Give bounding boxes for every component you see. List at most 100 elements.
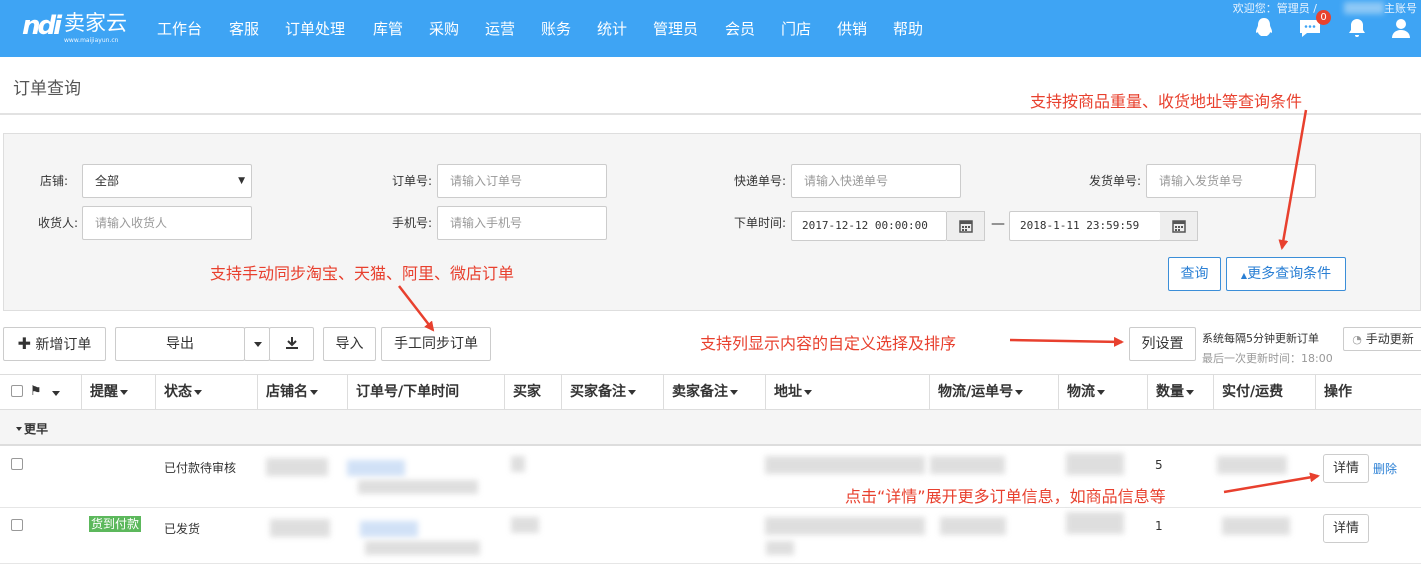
date-range-separator: —: [991, 216, 1005, 232]
column-reminder[interactable]: 提醒: [82, 375, 156, 409]
cash-on-delivery-badge: 货到付款: [89, 516, 142, 532]
nav-item-accounts[interactable]: 账务: [541, 18, 571, 40]
row-checkbox[interactable]: [11, 458, 23, 470]
nav-item-purchase[interactable]: 采购: [429, 18, 459, 40]
notification-bell-icon[interactable]: [1345, 16, 1369, 40]
calendar-icon-start[interactable]: [947, 211, 985, 241]
download-button[interactable]: [269, 327, 314, 361]
new-order-button[interactable]: ✚ 新增订单: [3, 327, 106, 361]
shop-name-redacted: [270, 519, 330, 537]
column-actions: 操作: [1324, 384, 1352, 400]
ship-no-input[interactable]: 请输入发货单号: [1146, 164, 1316, 198]
manual-update-label: 手动更新: [1365, 332, 1414, 346]
flag-caret-icon[interactable]: [52, 391, 60, 396]
nav-item-statistics[interactable]: 统计: [597, 18, 627, 40]
row-status: 已发货: [164, 522, 201, 536]
message-badge: 0: [1316, 10, 1331, 25]
paid-redacted: [1222, 517, 1290, 535]
logistics-redacted: [1066, 453, 1124, 475]
column-shop-name[interactable]: 店铺名: [258, 375, 348, 409]
row-quantity: 1: [1155, 519, 1163, 533]
calendar-icon-end[interactable]: [1160, 211, 1198, 241]
download-icon: [285, 337, 298, 349]
order-no-input[interactable]: 请输入订单号: [437, 164, 607, 198]
nav-item-admin[interactable]: 管理员: [653, 18, 698, 40]
plus-icon: ✚: [17, 334, 31, 353]
nav-item-operations[interactable]: 运营: [485, 18, 515, 40]
receiver-label: 收货人:: [38, 216, 79, 230]
nav-item-customer-service[interactable]: 客服: [229, 18, 259, 40]
more-filters-button[interactable]: ▲更多查询条件: [1226, 257, 1346, 291]
nav-item-inventory[interactable]: 库管: [373, 18, 403, 40]
row-checkbox[interactable]: [11, 519, 23, 531]
column-logistics-waybill[interactable]: 物流/运单号: [930, 375, 1059, 409]
buyer-redacted: [511, 456, 525, 472]
nav-item-order-processing[interactable]: 订单处理: [285, 18, 345, 40]
shop-select-value: 全部: [95, 174, 120, 188]
column-order-no-time[interactable]: 订单号/下单时间: [348, 375, 505, 409]
user-avatar-icon[interactable]: [1389, 16, 1413, 40]
group-row-earlier[interactable]: 更早: [0, 410, 1421, 446]
delete-link[interactable]: 删除: [1373, 460, 1397, 477]
buyer-redacted: [511, 517, 539, 533]
query-button[interactable]: 查询: [1168, 257, 1221, 291]
import-button[interactable]: 导入: [323, 327, 376, 361]
group-label: 更早: [24, 422, 49, 436]
phone-input[interactable]: 请输入手机号: [437, 206, 607, 240]
table-row[interactable]: 已付款待审核 5 详情 删除: [0, 448, 1421, 508]
nav-item-distribution[interactable]: 供销: [837, 18, 867, 40]
column-buyer[interactable]: 买家: [505, 375, 562, 409]
column-settings-button[interactable]: 列设置: [1129, 327, 1196, 361]
select-all-checkbox[interactable]: [11, 385, 23, 397]
annotation-sync: 支持手动同步淘宝、天猫、阿里、微店订单: [210, 264, 515, 283]
order-no-label: 订单号:: [392, 174, 433, 188]
export-dropdown-toggle[interactable]: [244, 327, 270, 361]
nav-item-workbench[interactable]: 工作台: [157, 18, 202, 40]
column-paid-freight[interactable]: 实付/运费: [1214, 375, 1316, 409]
order-no-redacted: [360, 521, 418, 537]
column-status[interactable]: 状态: [156, 375, 258, 409]
qq-icon[interactable]: [1252, 16, 1276, 40]
order-time-end-input[interactable]: 2018-1-11 23:59:59: [1009, 211, 1161, 241]
flag-icon[interactable]: ⚑: [30, 375, 42, 409]
nav-item-help[interactable]: 帮助: [893, 18, 923, 40]
refresh-icon: ◔: [1352, 333, 1362, 346]
ship-no-label: 发货单号:: [1089, 174, 1142, 188]
paid-redacted: [1217, 456, 1287, 474]
express-no-input[interactable]: 请输入快递单号: [791, 164, 961, 198]
account-name-blur: [1344, 2, 1384, 14]
column-address[interactable]: 地址: [766, 375, 930, 409]
column-buyer-note[interactable]: 买家备注: [562, 375, 664, 409]
receiver-input[interactable]: 请输入收货人: [82, 206, 252, 240]
logo-url: www.maijiayun.cn: [64, 37, 119, 44]
caret-down-icon: [254, 341, 262, 347]
nav-item-members[interactable]: 会员: [725, 18, 755, 40]
select-all-cell: ⚑: [0, 375, 82, 409]
column-seller-note[interactable]: 卖家备注: [664, 375, 766, 409]
detail-button[interactable]: 详情: [1323, 454, 1369, 483]
column-quantity[interactable]: 数量: [1148, 375, 1214, 409]
manual-update-button[interactable]: ◔ 手动更新: [1343, 327, 1421, 351]
shop-select[interactable]: 全部 ▼: [82, 164, 252, 198]
waybill-redacted: [940, 517, 1006, 535]
row-status: 已付款待审核: [164, 461, 237, 475]
column-logistics[interactable]: 物流: [1059, 375, 1148, 409]
export-button[interactable]: 导出: [115, 327, 245, 361]
order-no-redacted: [347, 460, 405, 476]
annotation-details: 点击“详情”展开更多订单信息，如商品信息等: [845, 487, 1166, 506]
group-collapse-icon: [16, 427, 22, 431]
annotation-columns: 支持列显示内容的自定义选择及排序: [700, 334, 957, 353]
dropdown-arrow-icon: ▼: [238, 176, 245, 186]
detail-button[interactable]: 详情: [1323, 514, 1369, 543]
order-time-start-input[interactable]: 2017-12-12 00:00:00: [791, 211, 947, 241]
auto-update-note: 系统每隔5分钟更新订单: [1202, 332, 1319, 345]
logistics-redacted: [1066, 512, 1124, 534]
phone-label: 手机号:: [392, 216, 433, 230]
account-type: 主账号: [1384, 2, 1417, 15]
more-filters-label: 更多查询条件: [1247, 266, 1332, 282]
table-row[interactable]: 货到付款 已发货 1 详情: [0, 509, 1421, 564]
manual-sync-button[interactable]: 手工同步订单: [381, 327, 491, 361]
logo-name: 卖家云: [64, 11, 127, 35]
last-update-time: 最后一次更新时间：18:00: [1202, 352, 1333, 365]
nav-item-stores[interactable]: 门店: [781, 18, 811, 40]
